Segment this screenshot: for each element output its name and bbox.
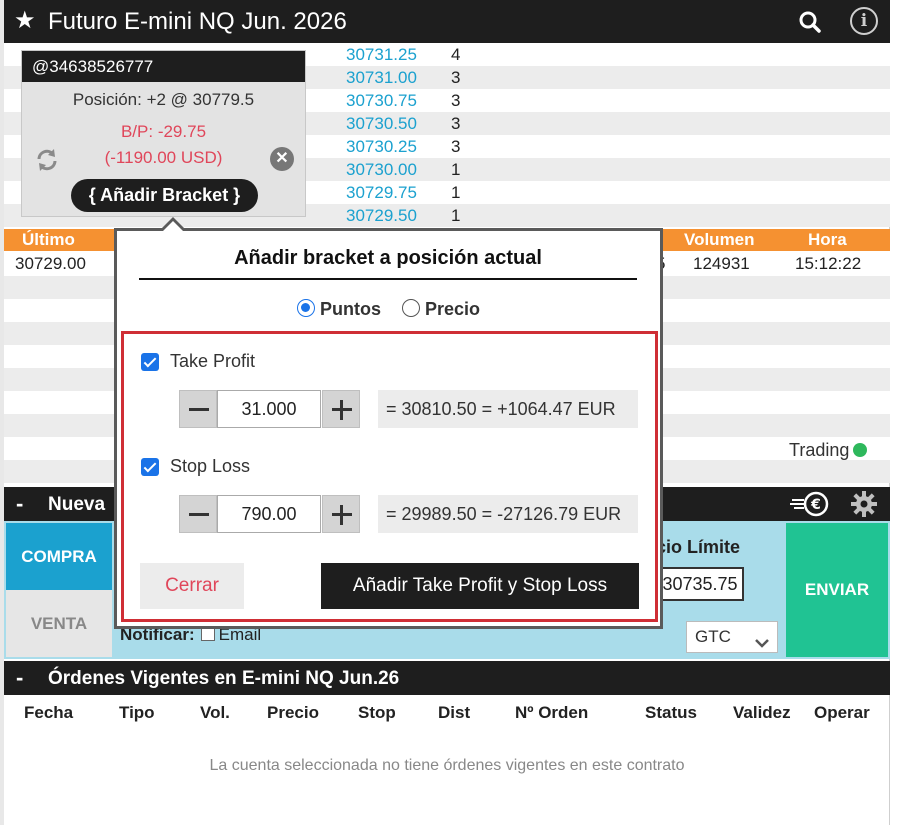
orders-table-header: Fecha Tipo Vol. Precio Stop Dist Nº Orde… [4,703,890,725]
profit-loss-usd: (-1190.00 USD) [104,148,223,167]
currency-euro-icon[interactable]: € [790,491,830,517]
sell-button[interactable]: VENTA [6,590,112,657]
take-profit-increment-button[interactable] [322,390,360,428]
col-precio: Precio [267,703,319,722]
col-validez: Validez [733,703,791,722]
col-status: Status [645,703,697,722]
stop-loss-checkbox[interactable] [141,458,159,476]
stop-loss-input[interactable]: 790.00 [217,495,321,533]
account-number: @34638526777 [22,51,305,82]
send-button[interactable]: ENVIAR [786,523,888,657]
mode-points-label: Puntos [319,299,381,319]
refresh-icon[interactable] [34,147,60,173]
depth-qty: 3 [451,91,461,110]
active-orders-bar: - Órdenes Vigentes en E-mini NQ Jun.26 [4,661,890,695]
header-hora: Hora [808,230,847,249]
stop-loss-result: = 29989.50 = -27126.79 EUR [378,495,638,533]
quote-volumen: 124931 [693,254,750,273]
depth-price: 30730.25 [346,137,417,156]
col-orden: Nº Orden [515,703,589,722]
buy-button[interactable]: COMPRA [6,523,112,590]
position-text: Posición: +2 @ 30779.5 [72,90,255,109]
validity-select[interactable]: GTC [686,621,778,653]
mode-points-option[interactable]: Puntos [296,299,381,320]
search-icon[interactable] [790,4,830,39]
depth-qty: 3 [451,114,461,133]
depth-qty: 3 [451,137,461,156]
profit-loss-points: B/P: -29.75 [120,122,207,141]
validity-value: GTC [695,627,731,646]
stop-loss-decrement-button[interactable] [179,495,217,533]
depth-qty: 1 [451,160,461,179]
chevron-down-icon [755,630,769,648]
favorite-star-icon[interactable]: ★ [14,8,36,34]
depth-price: 30729.50 [346,206,417,225]
quote-ultimo: 30729.00 [15,254,86,273]
close-position-icon[interactable]: ✕ [270,147,294,171]
depth-price: 30730.75 [346,91,417,110]
bracket-mode-group: Puntos Precio [117,299,660,320]
new-order-title: Nueva [48,494,106,515]
col-tipo: Tipo [119,703,155,722]
depth-qty: 1 [451,183,461,202]
window-title: Futuro E-mini NQ Jun. 2026 [48,8,347,35]
take-profit-input[interactable]: 31.000 [217,390,321,428]
active-orders-title: Órdenes Vigentes en E-mini NQ Jun.26 [48,668,400,689]
depth-qty: 1 [451,206,461,225]
add-bracket-dialog: Añadir bracket a posición actual Puntos … [114,217,663,629]
take-profit-result: = 30810.50 = +1064.47 EUR [378,390,638,428]
depth-price: 30730.00 [346,160,417,179]
limit-price-input[interactable]: 30735.75 [656,567,744,601]
take-profit-decrement-button[interactable] [179,390,217,428]
header-ultimo: Último [22,230,75,249]
mode-points-radio[interactable] [296,299,315,317]
email-checkbox[interactable] [200,627,215,641]
mode-price-option[interactable]: Precio [401,299,481,320]
collapse-orders-button[interactable]: - [16,665,23,691]
header-volumen: Volumen [684,230,755,249]
stop-loss-label: Stop Loss [170,456,251,476]
depth-price: 30731.00 [346,68,417,87]
stop-loss-increment-button[interactable] [322,495,360,533]
quote-hora: 15:12:22 [795,254,862,273]
bracket-settings-box: Take Profit 31.000 = 30810.50 = +1064.47… [121,331,658,622]
trading-status: Trading [789,440,868,461]
depth-price: 30729.75 [346,183,417,202]
depth-qty: 4 [451,45,461,64]
collapse-new-order-button[interactable]: - [16,491,23,517]
mode-price-label: Precio [424,299,481,319]
gear-icon[interactable] [850,490,878,518]
status-dot-icon [853,443,868,457]
col-operar: Operar [814,703,870,722]
close-button[interactable]: Cerrar [140,563,244,609]
take-profit-label: Take Profit [170,351,256,371]
col-fecha: Fecha [24,703,74,722]
depth-price: 30730.50 [346,114,417,133]
col-stop: Stop [358,703,396,722]
add-tp-sl-button[interactable]: Añadir Take Profit y Stop Loss [321,563,639,609]
depth-qty: 3 [451,68,461,87]
add-bracket-button[interactable]: { Añadir Bracket } [71,179,258,212]
info-icon[interactable]: i [850,7,878,35]
mode-price-radio[interactable] [401,299,420,317]
position-popup: @34638526777 Posición: +2 @ 30779.5 B/P:… [21,50,306,217]
svg-text:€: € [810,497,821,513]
empty-orders-message: La cuenta seleccionada no tiene órdenes … [209,757,685,774]
app-window: ★ Futuro E-mini NQ Jun. 2026 i 30731.25 4… [4,0,890,825]
take-profit-checkbox[interactable] [141,353,159,371]
trading-label: Trading [789,440,850,460]
dialog-title: Añadir bracket a posición actual [139,247,637,280]
title-bar: ★ Futuro E-mini NQ Jun. 2026 i [4,0,890,43]
col-vol: Vol. [200,703,230,722]
depth-price: 30731.25 [346,45,417,64]
col-dist: Dist [438,703,471,722]
